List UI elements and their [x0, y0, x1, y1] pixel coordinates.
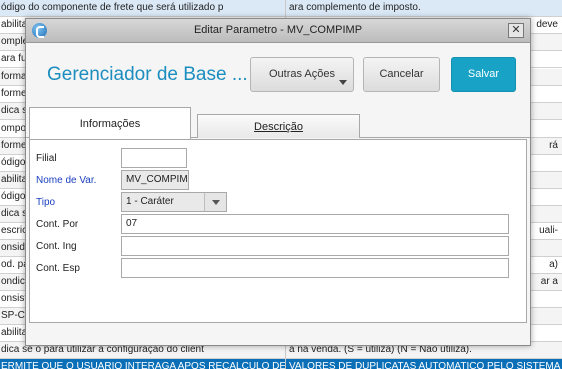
table-cell: ódigo do componente de frete que será ut… — [0, 0, 286, 16]
filial-label: Filial — [36, 153, 57, 164]
nome-var-field[interactable]: MV_COMPIMP — [121, 170, 189, 190]
close-icon[interactable]: ✕ — [508, 23, 524, 38]
table-row[interactable]: ódigo do componente de frete que será ut… — [0, 0, 562, 17]
tab-descricao[interactable]: Descrição — [197, 114, 360, 138]
table-cell: ERMITE QUE O USUARIO INTERAGA APOS RECAL… — [0, 359, 286, 369]
filial-field[interactable] — [121, 148, 187, 168]
cont-por-field[interactable]: 07 — [121, 214, 509, 234]
tab-informacoes[interactable]: Informações — [29, 107, 191, 139]
tipo-select-value: 1 - Caráter — [126, 196, 174, 207]
more-actions-button[interactable]: Outras Ações — [250, 57, 354, 92]
nome-var-label: Nome de Var. — [36, 175, 97, 186]
dialog-title: Editar Parametro - MV_COMPIMP — [193, 24, 363, 36]
cont-esp-field[interactable] — [121, 258, 509, 278]
cont-esp-label: Cont. Esp — [36, 263, 80, 274]
chevron-down-icon — [339, 80, 347, 85]
edit-parameter-dialog: Editar Parametro - MV_COMPIMP ✕ Gerencia… — [25, 18, 531, 346]
dialog-header: Gerenciador de Base ... Outras Ações Can… — [26, 44, 530, 104]
cancel-button[interactable]: Cancelar — [363, 57, 440, 92]
cont-ing-field[interactable] — [121, 236, 509, 256]
tab-bar: Informações Descrição — [26, 107, 530, 139]
table-row[interactable]: ERMITE QUE O USUARIO INTERAGA APOS RECAL… — [0, 359, 562, 369]
tipo-label: Tipo — [36, 197, 56, 208]
save-button[interactable]: Salvar — [451, 57, 516, 92]
info-panel: Filial Nome de Var. MV_COMPIMP Tipo 1 - … — [29, 139, 527, 323]
tipo-select[interactable]: 1 - Caráter — [121, 192, 227, 212]
dialog-titlebar: Editar Parametro - MV_COMPIMP ✕ — [26, 19, 530, 43]
page-title: Gerenciador de Base ... — [47, 64, 248, 85]
more-actions-label: Outras Ações — [268, 68, 336, 80]
cont-por-label: Cont. Por — [36, 219, 79, 230]
table-cell: ara complemento de imposto. — [289, 2, 421, 13]
cont-ing-label: Cont. Ing — [36, 241, 77, 252]
chevron-down-icon — [204, 193, 226, 211]
table-cell: VALORES DE DUPLICATAS AUTOMATICO PELO SI… — [289, 361, 561, 369]
